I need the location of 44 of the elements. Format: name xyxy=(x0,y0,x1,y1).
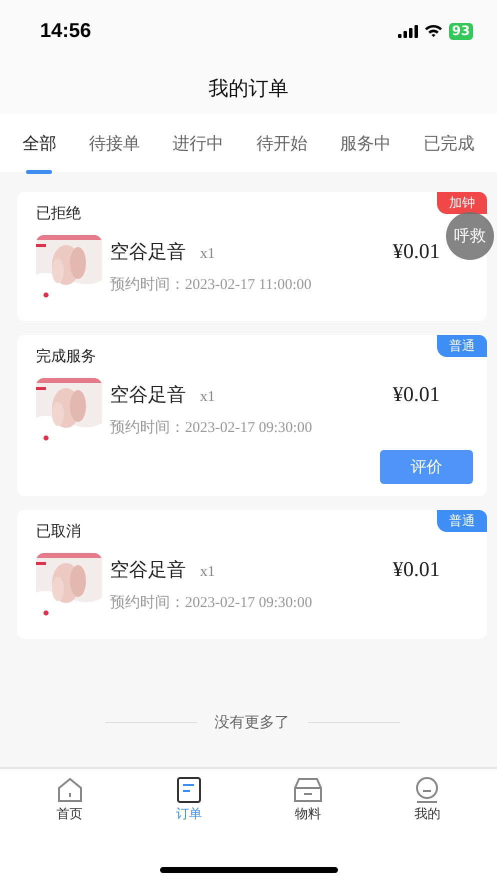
price: ¥0.01 xyxy=(392,557,440,582)
order-tag: 加钟 xyxy=(437,192,487,214)
signal-icon xyxy=(398,24,418,38)
order-tab[interactable]: 服务中 xyxy=(340,114,391,172)
order-tab[interactable]: 进行中 xyxy=(172,114,224,172)
quantity: x1 xyxy=(200,246,215,263)
document-icon xyxy=(176,777,202,803)
order-status: 已拒绝 xyxy=(36,204,82,223)
appointment-time: 2023-02-17 09:30:00 xyxy=(185,595,312,611)
quantity: x1 xyxy=(200,389,215,406)
status-time: 14:56 xyxy=(40,20,92,42)
appointment-time: 2023-02-17 11:00:00 xyxy=(185,277,312,293)
order-tab[interactable]: 已完成 xyxy=(424,114,475,172)
service-name: 空谷足音 xyxy=(110,383,186,408)
nav-item[interactable]: 首页 xyxy=(40,777,100,843)
tray-icon xyxy=(294,777,322,803)
appointment-label: 预约时间： xyxy=(110,420,185,436)
appointment-label: 预约时间： xyxy=(110,277,185,293)
wifi-icon xyxy=(424,24,443,38)
order-tab[interactable]: 待开始 xyxy=(256,114,308,172)
page-title: 我的订单 xyxy=(208,74,288,102)
review-button[interactable]: 评价 xyxy=(380,450,473,484)
order-status: 已取消 xyxy=(36,522,82,541)
price: ¥0.01 xyxy=(392,239,440,264)
nav-item[interactable]: 我的 xyxy=(397,777,458,843)
appointment-label: 预约时间： xyxy=(110,595,185,611)
order-tag: 普通 xyxy=(437,335,487,357)
nav-item[interactable]: 物料 xyxy=(278,777,338,843)
nav-item[interactable]: 订单 xyxy=(158,777,219,843)
appointment-time: 2023-02-17 09:30:00 xyxy=(185,420,312,436)
price: ¥0.01 xyxy=(392,382,440,407)
profile-icon xyxy=(414,777,440,803)
quantity: x1 xyxy=(200,564,215,581)
order-tab[interactable]: 待接单 xyxy=(88,114,140,172)
order-card[interactable]: 普通 已取消 空谷足音 x1 ¥0.01 预约时间：2023-02-17 09:30:00 xyxy=(17,510,487,639)
battery-level: 93 xyxy=(448,22,473,40)
service-name: 空谷足音 xyxy=(110,240,186,265)
order-tag: 普通 xyxy=(437,510,487,532)
order-tab[interactable]: 全部 xyxy=(22,114,56,172)
end-note: 没有更多了 xyxy=(214,713,290,732)
home-icon xyxy=(56,777,83,803)
order-card[interactable]: 普通 完成服务 空谷足音 x1 ¥0.01 预约时间：2023-02-17 09:30:00 评价 xyxy=(17,335,487,496)
service-name: 空谷足音 xyxy=(110,558,186,583)
order-status: 完成服务 xyxy=(36,347,97,366)
